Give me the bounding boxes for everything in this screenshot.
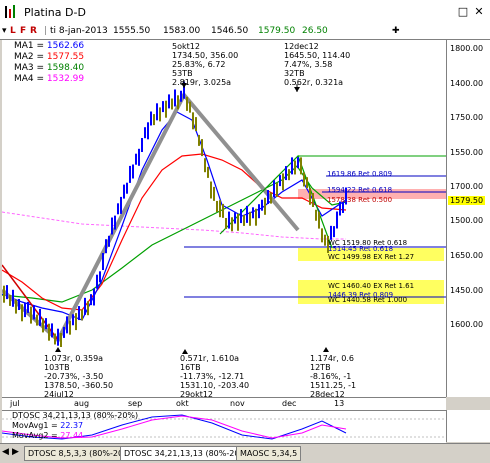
bottom-left-arrow-icon bbox=[55, 347, 61, 352]
level-label-1578: 1578.38 Ret 0.500 bbox=[327, 196, 393, 204]
y-tick-label: 1800.00 bbox=[450, 44, 484, 53]
maximize-button[interactable]: □ bbox=[456, 5, 470, 19]
y-tick-label: 1750.00 bbox=[450, 113, 484, 122]
bottom-right-arrow-icon bbox=[323, 347, 329, 352]
peak-annotation: 5okt12 1734.50, 356.00 25.83%, 6.72 53TB… bbox=[172, 42, 239, 87]
y-tick-label: 1450.00 bbox=[450, 286, 484, 295]
oscillator-axis bbox=[446, 410, 490, 442]
ma1-line bbox=[1, 111, 347, 321]
x-tick-label: jul bbox=[10, 399, 20, 408]
x-tick-label: nov bbox=[230, 399, 245, 408]
x-tick-label: dec bbox=[282, 399, 297, 408]
tab-scroll-right-icon[interactable]: ▶ bbox=[12, 447, 19, 457]
ma3-legend: MA3 = 1598.40 bbox=[14, 63, 85, 73]
x-tick-label: 13 bbox=[334, 399, 345, 408]
current-date: ti 8-jan-2013 bbox=[50, 26, 108, 36]
low-price: 1546.50 bbox=[211, 26, 249, 36]
oscillator-movavg1: MovAvg1 = 22.37 bbox=[12, 421, 84, 430]
level-label-1594: 1594.22 Ret 0.618 bbox=[327, 186, 393, 194]
y-tick-label: 1700.00 bbox=[450, 182, 484, 191]
y-tick-label: 1600.00 bbox=[450, 320, 484, 329]
chart-window-icon bbox=[5, 5, 15, 18]
price-chart-canvas bbox=[0, 80, 446, 354]
bottom-left-annotation: 1.073r, 0.359a 103TB -20.73%, -3.50 1378… bbox=[44, 354, 114, 399]
y-tick-label: 1550.00 bbox=[450, 148, 484, 157]
y-tick-label: 1400.00 bbox=[450, 79, 484, 88]
x-tick-label: aug bbox=[74, 399, 90, 408]
mode-f-button[interactable]: F bbox=[20, 26, 26, 36]
dropdown-arrow-icon[interactable]: ▾ bbox=[2, 26, 7, 36]
ma2-line bbox=[1, 153, 347, 311]
bottom-mid-annotation: 0.571r, 1.610a 16TB -11.73%, -12.71 1531… bbox=[180, 354, 250, 399]
y-tick-label: 1650.00 bbox=[450, 251, 484, 260]
time-axis[interactable]: jul aug sep okt nov dec 13 bbox=[2, 397, 446, 410]
oscillator-title: DTOSC 34,21,13,13 (80%-20%) bbox=[12, 411, 139, 420]
ma3-line bbox=[1, 165, 347, 303]
title-bar: Platina D-D □ ✕ bbox=[0, 0, 490, 26]
oscillator-movavg2: MovAvg2 = 27.44 bbox=[12, 431, 84, 440]
level-label-wc-1440: WC 1440.58 Ret 1.000 bbox=[328, 296, 408, 304]
crosshair-icon[interactable]: ✚ bbox=[392, 26, 400, 36]
tab-maosc[interactable]: MAOSC 5,34,5 bbox=[236, 446, 302, 461]
y-tick-label: 1500.00 bbox=[450, 216, 484, 225]
ma2-legend: MA2 = 1577.55 bbox=[14, 52, 85, 62]
price-chart[interactable]: MA1 = 1562.66 MA2 = 1577.55 MA3 = 1598.4… bbox=[0, 40, 446, 399]
level-label-1619: 1619.86 Ret 0.809 bbox=[327, 170, 393, 178]
price-change: 26.50 bbox=[302, 26, 328, 36]
bottom-right-annotation: 1.174r, 0.6 12TB -8.16%, -1 1511.25, -1 … bbox=[310, 354, 357, 399]
last-price-tag: 1579.50 bbox=[448, 196, 486, 205]
tab-dtosc-34[interactable]: DTOSC 34,21,13,13 (80%-20%) bbox=[120, 446, 255, 461]
toolbar-separator: | bbox=[44, 26, 48, 36]
x-tick-label: sep bbox=[128, 399, 143, 408]
tab-scroll-left-icon[interactable]: ◀ bbox=[2, 447, 9, 457]
close-price: 1579.50 bbox=[258, 26, 296, 36]
window-title: Platina D-D bbox=[24, 6, 86, 19]
indicator-tabs: ◀ ▶ DTOSC 8,5,3,3 (80%-20%) DTOSC 34,21,… bbox=[0, 443, 490, 463]
ma4-legend: MA4 = 1532.99 bbox=[14, 74, 85, 84]
oscillator-panel[interactable]: DTOSC 34,21,13,13 (80%-20%) MovAvg1 = 22… bbox=[2, 410, 446, 443]
x-tick-label: okt bbox=[176, 399, 189, 408]
mode-r-button[interactable]: R bbox=[30, 26, 37, 36]
open-price: 1555.50 bbox=[113, 26, 151, 36]
level-label-wc-1460: WC 1460.40 EX Ret 1.61 bbox=[328, 282, 415, 290]
price-bars bbox=[3, 81, 347, 348]
high-price: 1583.00 bbox=[163, 26, 201, 36]
ma1-legend: MA1 = 1562.66 bbox=[14, 41, 85, 51]
level-label-wc-1499: WC 1499.98 EX Ret 1.27 bbox=[328, 253, 415, 261]
quote-toolbar: ▾ L F R | ti 8-jan-2013 1555.50 1583.00 … bbox=[0, 25, 490, 40]
close-button[interactable]: ✕ bbox=[472, 5, 486, 19]
mode-l-button[interactable]: L bbox=[10, 26, 16, 36]
peak-right-annotation: 12dec12 1645.50, 114.40 7.47%, 3.58 32TB… bbox=[284, 42, 351, 87]
price-axis[interactable]: 1800.00 1750.00 1700.00 1650.00 1600.00 … bbox=[446, 40, 490, 397]
